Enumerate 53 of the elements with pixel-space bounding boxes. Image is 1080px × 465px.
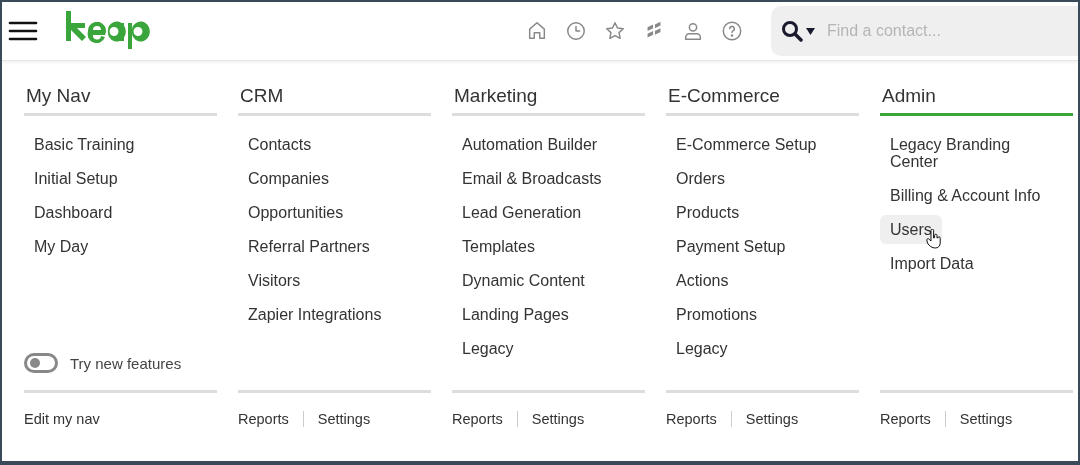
menu-item[interactable]: Contacts — [238, 130, 322, 159]
footer-link[interactable]: Reports — [238, 411, 297, 427]
menu-item[interactable]: Legacy — [666, 334, 738, 363]
footer-link[interactable]: Settings — [302, 411, 379, 427]
column-heading[interactable]: My Nav — [24, 85, 217, 116]
toggle-label: Try new features — [70, 354, 182, 372]
column-heading[interactable]: Admin — [880, 85, 1073, 116]
search-field[interactable]: Find a contact... — [825, 21, 1029, 41]
menu-item[interactable]: Referral Partners — [238, 232, 380, 261]
menu-item[interactable]: Import Data — [880, 249, 984, 278]
footer-link[interactable]: Reports — [666, 411, 725, 427]
home-icon[interactable] — [526, 20, 548, 42]
menu-item[interactable]: Initial Setup — [24, 164, 128, 193]
footer-link[interactable]: Settings — [516, 411, 593, 427]
menu-item[interactable]: Templates — [452, 232, 545, 261]
star-icon[interactable] — [604, 20, 626, 42]
help-icon[interactable] — [721, 20, 743, 42]
menu-item[interactable]: Dynamic Content — [452, 266, 595, 295]
menu-item[interactable]: Payment Setup — [666, 232, 796, 261]
person-icon[interactable] — [682, 20, 704, 42]
footer-link[interactable]: Reports — [880, 411, 939, 427]
clock-icon[interactable] — [565, 20, 587, 42]
caret-icon[interactable] — [806, 27, 815, 35]
menu-item[interactable]: Products — [666, 198, 750, 227]
footer-link[interactable]: Settings — [944, 411, 1021, 427]
footer-link[interactable]: Edit my nav — [24, 411, 108, 427]
footer-link[interactable]: Settings — [730, 411, 807, 427]
menu-item[interactable]: E-Commerce Setup — [666, 130, 827, 159]
menu-item[interactable]: Visitors — [238, 266, 311, 295]
menu-item[interactable]: Billing & Account Info — [880, 181, 1051, 210]
menu-item[interactable]: Opportunities — [238, 198, 354, 227]
footer-link[interactable]: Reports — [452, 411, 511, 427]
menu-item[interactable]: Actions — [666, 266, 739, 295]
search-icon[interactable] — [781, 20, 803, 42]
menu-item[interactable]: Zapier Integrations — [238, 300, 392, 329]
column-heading[interactable]: CRM — [238, 85, 431, 116]
menu-item[interactable]: Automation Builder — [452, 130, 608, 159]
menu-item[interactable]: Email & Broadcasts — [452, 164, 612, 193]
column-heading[interactable]: E-Commerce — [666, 85, 859, 116]
menu-item[interactable]: Lead Generation — [452, 198, 592, 227]
search-bar[interactable]: Find a contact... — [771, 6, 1078, 56]
toggle-switch[interactable] — [24, 353, 58, 373]
menu-item[interactable]: Legacy Branding Center — [880, 130, 1070, 176]
menu-item[interactable]: Promotions — [666, 300, 767, 329]
menu-item[interactable]: Companies — [238, 164, 339, 193]
menu-item[interactable]: Basic Training — [24, 130, 145, 159]
menu-item[interactable]: My Day — [24, 232, 99, 261]
menu-item[interactable]: Orders — [666, 164, 735, 193]
menu-item[interactable]: Landing Pages — [452, 300, 579, 329]
menu-item[interactable]: Legacy — [452, 334, 524, 363]
column-heading[interactable]: Marketing — [452, 85, 645, 116]
menu-icon[interactable] — [8, 20, 38, 42]
menu-item[interactable]: Dashboard — [24, 198, 123, 227]
